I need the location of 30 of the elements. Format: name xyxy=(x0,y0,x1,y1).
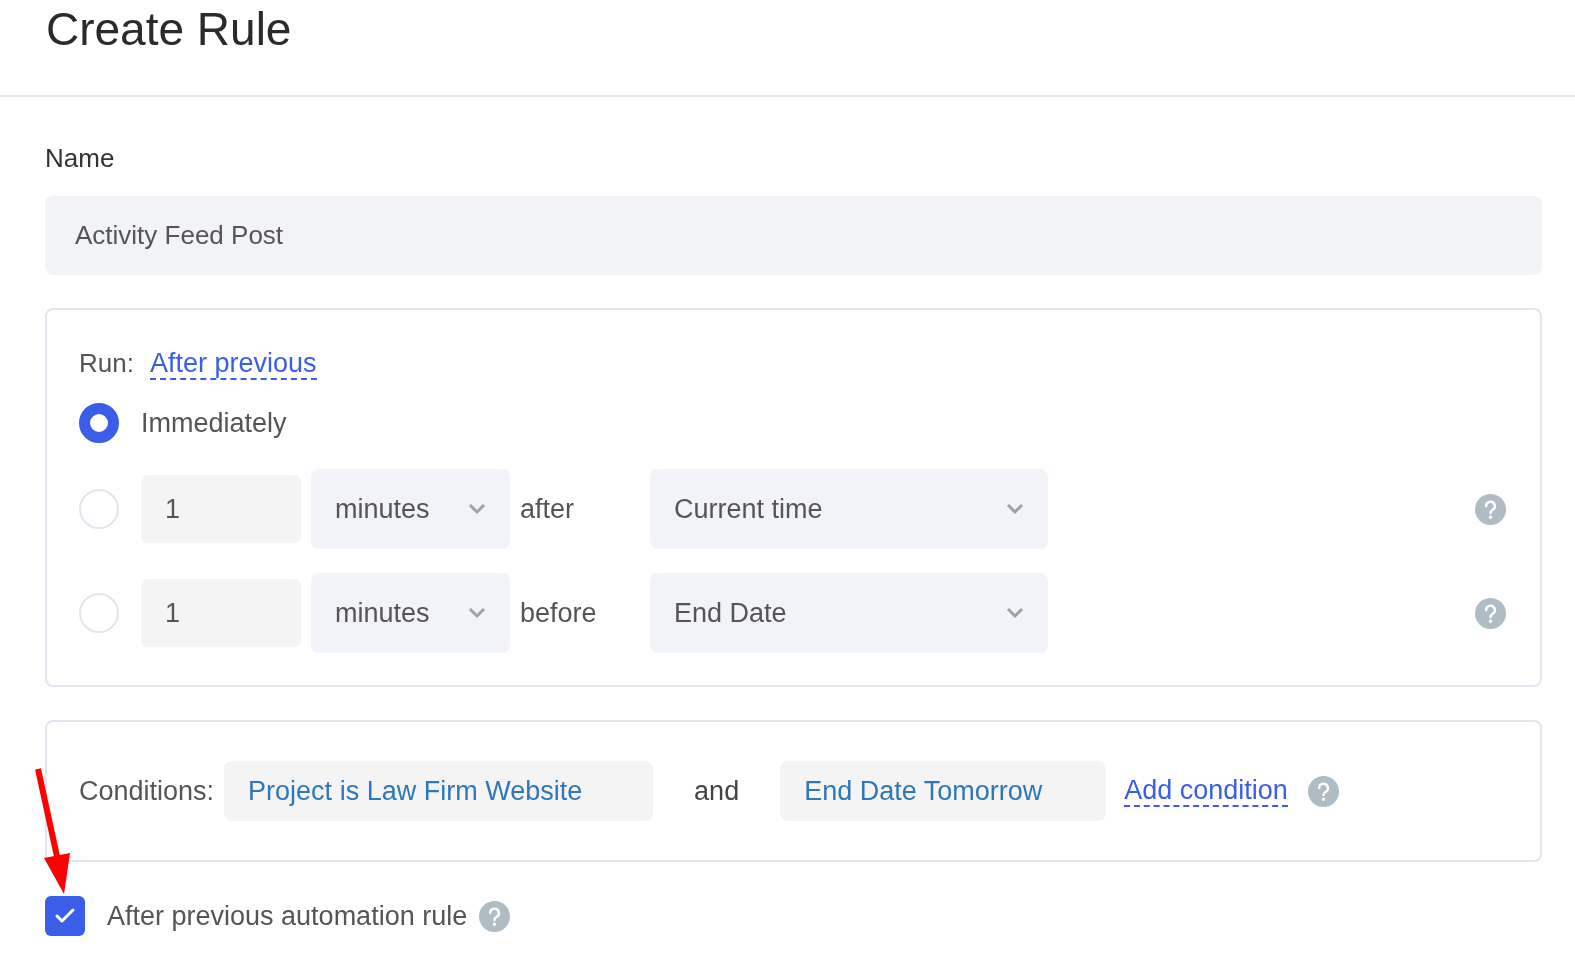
checkbox-label: After previous automation rule xyxy=(107,900,468,933)
help-icon[interactable] xyxy=(1475,493,1506,525)
help-icon[interactable] xyxy=(1475,597,1506,629)
radio-button[interactable] xyxy=(79,403,119,443)
chevron-down-icon xyxy=(1006,503,1024,515)
relation-label: after xyxy=(520,492,576,526)
reference-select[interactable]: Current time xyxy=(650,469,1048,549)
run-label: Run: xyxy=(79,347,134,380)
field-label: Name xyxy=(45,142,116,175)
chevron-down-icon xyxy=(1006,607,1024,619)
help-icon[interactable] xyxy=(1307,775,1339,807)
chevron-down-icon xyxy=(468,503,486,515)
amount-input-field[interactable]: 1 xyxy=(141,475,301,543)
relation-label: before xyxy=(520,596,598,630)
chevron-down-icon xyxy=(468,607,486,619)
run-mode-link[interactable]: After previous xyxy=(149,347,317,380)
help-icon[interactable] xyxy=(479,900,511,932)
condition-chip[interactable]: Project is Law Firm Website xyxy=(224,761,654,821)
checkbox[interactable] xyxy=(45,896,85,937)
reference-select[interactable]: End Date xyxy=(650,573,1048,653)
unit-select[interactable]: minutes xyxy=(311,469,510,549)
name-input-field[interactable]: Activity Feed Post xyxy=(45,196,1542,275)
condition-chip[interactable]: End Date Tomorrow xyxy=(780,761,1107,821)
option-label: Immediately xyxy=(141,406,287,440)
conditions-label: Conditions: xyxy=(79,774,215,808)
unit-select[interactable]: minutes xyxy=(311,573,510,653)
amount-input-field[interactable]: 1 xyxy=(141,579,301,647)
add-condition-link[interactable]: Add condition xyxy=(1124,775,1288,807)
joiner-label: and xyxy=(694,774,740,808)
page-title: Create Rule xyxy=(46,2,292,57)
